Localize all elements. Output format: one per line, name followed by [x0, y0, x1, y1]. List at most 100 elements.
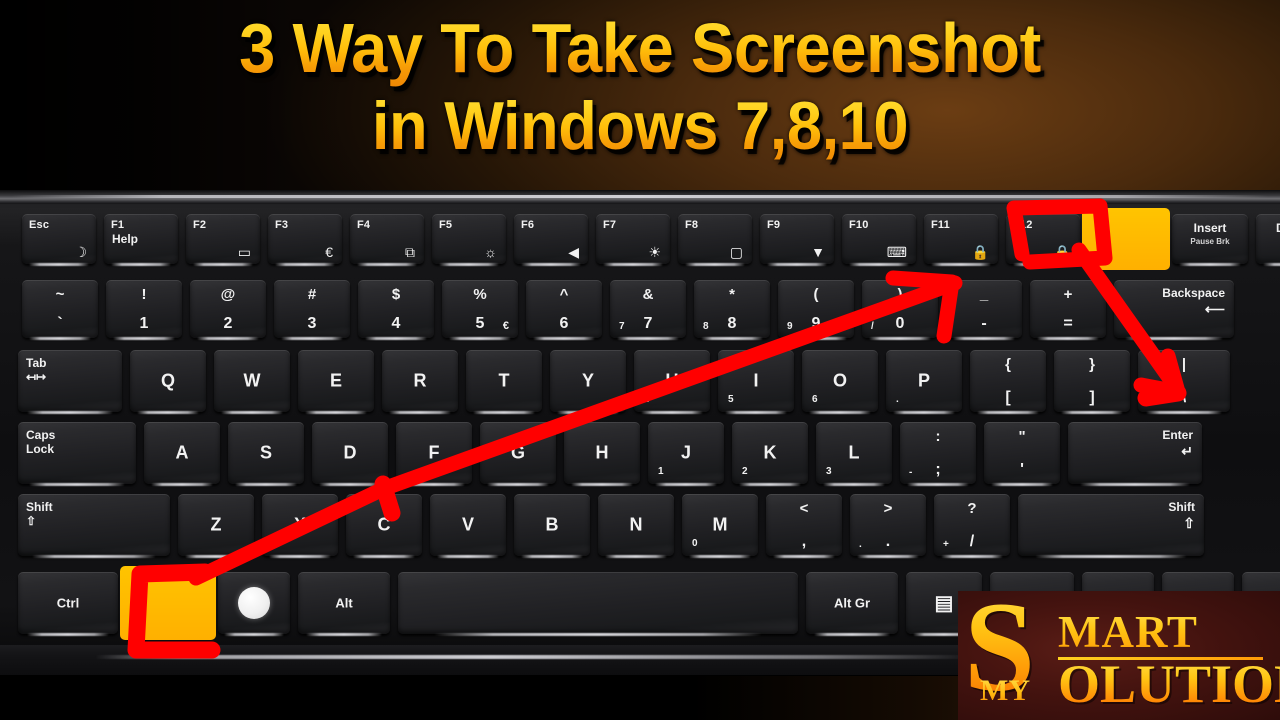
- key-3[interactable]: #3: [274, 280, 350, 338]
- key-legend-numpad: .: [896, 394, 899, 405]
- key-legend-shift: ^: [559, 286, 569, 303]
- moon-icon: ☽: [74, 244, 87, 260]
- key-tilde[interactable]: ~ `: [22, 280, 98, 338]
- key-o[interactable]: O6: [802, 350, 878, 412]
- key-q[interactable]: Q: [130, 350, 206, 412]
- key-backspace[interactable]: Backspace ⟵: [1114, 280, 1234, 338]
- key-j[interactable]: J1: [648, 422, 724, 484]
- key-5[interactable]: % 5 €: [442, 280, 518, 338]
- key-f8[interactable]: F8 ▢: [678, 214, 752, 264]
- key-f3[interactable]: F3 €: [268, 214, 342, 264]
- key-capslock[interactable]: Caps Lock: [18, 422, 136, 484]
- key-a[interactable]: A: [144, 422, 220, 484]
- key-legend-shift: _: [979, 286, 989, 303]
- key-legend-label: Alt: [335, 595, 353, 611]
- key-rshift[interactable]: Shift ⇧: [1018, 494, 1204, 556]
- key-legend-top: F5: [439, 219, 453, 231]
- key-w[interactable]: W: [214, 350, 290, 412]
- key-b[interactable]: B: [514, 494, 590, 556]
- key-x[interactable]: X: [262, 494, 338, 556]
- key-semicolon[interactable]: :; -: [900, 422, 976, 484]
- key-1[interactable]: ! 1: [106, 280, 182, 338]
- key-f9[interactable]: F9 ▼: [760, 214, 834, 264]
- key-letter: D: [343, 442, 357, 463]
- key-k[interactable]: K2: [732, 422, 808, 484]
- key-equal[interactable]: + =: [1030, 280, 1106, 338]
- key-f[interactable]: F: [396, 422, 472, 484]
- key-slash[interactable]: ? / +: [934, 494, 1010, 556]
- key-f11[interactable]: F11 🔒: [924, 214, 998, 264]
- key-p[interactable]: P.: [886, 350, 962, 412]
- key-i[interactable]: I5: [718, 350, 794, 412]
- key-rbracket[interactable]: }]: [1054, 350, 1130, 412]
- shift-up-icon: ⇧: [26, 514, 37, 528]
- key-t[interactable]: T: [466, 350, 542, 412]
- key-legend-numpad: 0: [692, 538, 698, 549]
- key-legend-shift: ": [1018, 428, 1026, 445]
- key-f12[interactable]: F12 🔒: [1006, 214, 1080, 264]
- key-legend-base: -: [981, 315, 987, 332]
- key-f5[interactable]: F5 ☼: [432, 214, 506, 264]
- key-f6[interactable]: F6 ◀: [514, 214, 588, 264]
- key-f7[interactable]: F7 ☀: [596, 214, 670, 264]
- key-letter: L: [848, 442, 860, 463]
- key-f10[interactable]: F10 ⌨: [842, 214, 916, 264]
- key-e[interactable]: E: [298, 350, 374, 412]
- key-d[interactable]: D: [312, 422, 388, 484]
- key-8[interactable]: * 8 8: [694, 280, 770, 338]
- key-m[interactable]: M0: [682, 494, 758, 556]
- key-y[interactable]: Y: [550, 350, 626, 412]
- key-ctrl[interactable]: Ctrl: [18, 572, 118, 634]
- key-c[interactable]: C: [346, 494, 422, 556]
- key-z[interactable]: Z: [178, 494, 254, 556]
- key-7[interactable]: & 7 7: [610, 280, 686, 338]
- key-6[interactable]: ^ 6: [526, 280, 602, 338]
- key-legend-center: Delete: [1256, 221, 1280, 235]
- keyboard-icon: ⌨: [886, 244, 907, 260]
- key-delete[interactable]: Delete: [1256, 214, 1280, 264]
- key-legend-top: F6: [521, 219, 535, 231]
- key-h[interactable]: H: [564, 422, 640, 484]
- key-2[interactable]: @2: [190, 280, 266, 338]
- key-letter: Y: [581, 370, 594, 391]
- key-lshift[interactable]: Shift ⇧: [18, 494, 170, 556]
- key-minus[interactable]: _ -: [946, 280, 1022, 338]
- key-enter[interactable]: Enter ↵: [1068, 422, 1202, 484]
- key-l[interactable]: L3: [816, 422, 892, 484]
- key-letter: R: [413, 370, 427, 391]
- key-insert[interactable]: Insert Pause Brk: [1172, 214, 1248, 264]
- key-win[interactable]: [218, 572, 290, 634]
- key-lbracket[interactable]: {[: [970, 350, 1046, 412]
- key-f4[interactable]: F4 ⧉: [350, 214, 424, 264]
- key-g[interactable]: G: [480, 422, 556, 484]
- key-letter: O: [832, 370, 847, 391]
- key-f2[interactable]: F2 ▭: [186, 214, 260, 264]
- key-comma[interactable]: <,: [766, 494, 842, 556]
- key-s[interactable]: S: [228, 422, 304, 484]
- key-alt[interactable]: Alt: [298, 572, 390, 634]
- key-f1[interactable]: F1 Help: [104, 214, 178, 264]
- key-period[interactable]: >..: [850, 494, 926, 556]
- screenshot-root: 3 Way To Take Screenshot in Windows 7,8,…: [0, 0, 1280, 720]
- key-n[interactable]: N: [598, 494, 674, 556]
- key-9[interactable]: (9 9: [778, 280, 854, 338]
- key-backslash[interactable]: | \: [1138, 350, 1230, 412]
- key-letter: T: [498, 370, 510, 391]
- logo-word-my: MY: [980, 674, 1030, 707]
- tab-arrows-icon: ↤↦: [26, 370, 47, 384]
- key-legend-base: ': [1020, 461, 1024, 478]
- key-altgr[interactable]: Alt Gr: [806, 572, 898, 634]
- key-0[interactable]: ) 0/: [862, 280, 938, 338]
- key-quote[interactable]: " ': [984, 422, 1060, 484]
- key-legend-top: F8: [685, 219, 699, 231]
- key-esc[interactable]: Esc ☽: [22, 214, 96, 264]
- key-space[interactable]: [398, 572, 798, 634]
- key-legend-numpad: 6: [812, 394, 818, 405]
- key-tab[interactable]: Tab ↤↦: [18, 350, 122, 412]
- key-letter: I: [753, 370, 759, 391]
- key-v[interactable]: V: [430, 494, 506, 556]
- key-r[interactable]: R: [382, 350, 458, 412]
- key-u[interactable]: U4: [634, 350, 710, 412]
- key-4[interactable]: $4: [358, 280, 434, 338]
- key-legend-label: Enter: [1162, 428, 1193, 442]
